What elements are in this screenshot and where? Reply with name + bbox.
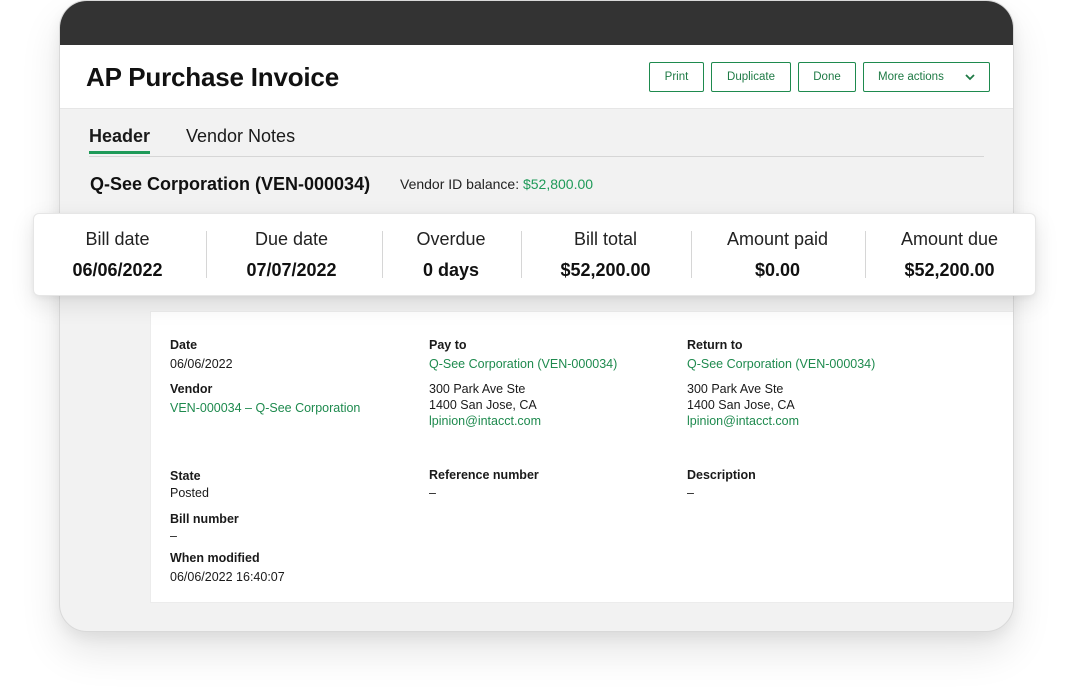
- summary-bill-date: Bill date 06/06/2022: [34, 214, 201, 295]
- pay-to-label: Pay to: [429, 338, 467, 352]
- return-to-label: Return to: [687, 338, 743, 352]
- vendor-link[interactable]: VEN-000034 – Q-See Corporation: [170, 400, 360, 416]
- pay-to-email-link[interactable]: lpinion@intacct.com: [429, 413, 617, 429]
- more-actions-button[interactable]: More actions: [863, 62, 990, 92]
- bill-number-label: Bill number: [170, 512, 239, 526]
- reference-number-field: Reference number –: [429, 467, 539, 501]
- date-value: 06/06/2022: [170, 357, 233, 371]
- summary-value: 0 days: [422, 260, 480, 280]
- pay-to-field: Pay to Q-See Corporation (VEN-000034) 30…: [429, 337, 617, 429]
- summary-label: Amount paid: [726, 229, 829, 249]
- page-title: AP Purchase Invoice: [86, 62, 339, 92]
- summary-due-date: Due date 07/07/2022: [208, 214, 375, 295]
- return-to-field: Return to Q-See Corporation (VEN-000034)…: [687, 337, 875, 429]
- summary-value: $52,200.00: [904, 260, 995, 280]
- summary-value: $0.00: [754, 260, 801, 280]
- summary-value: 06/06/2022: [72, 260, 163, 280]
- state-field: State Posted: [170, 468, 209, 501]
- print-button[interactable]: Print: [649, 62, 704, 92]
- summary-overdue: Overdue 0 days: [383, 214, 519, 295]
- summary-value: 07/07/2022: [246, 260, 337, 280]
- vendor-balance: Vendor ID balance: $52,800.00: [400, 176, 593, 192]
- vendor-title: Q-See Corporation (VEN-000034): [90, 174, 371, 194]
- window-top-bar: [60, 1, 1013, 45]
- description-label: Description: [687, 468, 756, 482]
- pay-to-vendor-link[interactable]: Q-See Corporation (VEN-000034): [429, 356, 617, 372]
- date-label: Date: [170, 338, 198, 352]
- description-field: Description –: [687, 467, 756, 501]
- vendor-balance-value: $52,800.00: [522, 176, 594, 192]
- summary-value: $52,200.00: [560, 260, 651, 280]
- reference-number-label: Reference number: [429, 468, 539, 482]
- when-modified-label: When modified: [170, 551, 260, 565]
- more-actions-label: More actions: [878, 71, 944, 83]
- vendor-balance-label: Vendor ID balance:: [400, 176, 520, 192]
- tab-header[interactable]: Header: [89, 126, 151, 154]
- pay-to-address-line1: 300 Park Ave Ste: [429, 382, 526, 396]
- return-to-email-link[interactable]: lpinion@intacct.com: [687, 413, 875, 429]
- date-field: Date 06/06/2022: [170, 337, 233, 372]
- tab-vendor-notes[interactable]: Vendor Notes: [186, 126, 295, 147]
- tab-bar: Header Vendor Notes: [89, 122, 984, 157]
- reference-number-value: –: [429, 486, 436, 500]
- invoice-details-panel: Date 06/06/2022 Vendor VEN-000034 – Q-Se…: [150, 311, 1013, 603]
- summary-label: Bill date: [85, 229, 150, 249]
- summary-amount-paid: Amount paid $0.00: [692, 214, 863, 295]
- app-window: AP Purchase Invoice Print Duplicate Done…: [59, 0, 1014, 632]
- vendor-field: Vendor VEN-000034 – Q-See Corporation: [170, 381, 360, 416]
- duplicate-button[interactable]: Duplicate: [711, 62, 791, 92]
- description-value: –: [687, 486, 694, 500]
- return-to-address-line2: 1400 San Jose, CA: [687, 398, 795, 412]
- done-button[interactable]: Done: [798, 62, 856, 92]
- chevron-down-icon: [965, 74, 975, 81]
- summary-label: Overdue: [416, 229, 486, 249]
- when-modified-value: 06/06/2022 16:40:07: [170, 570, 285, 584]
- when-modified-field: When modified 06/06/2022 16:40:07: [170, 550, 285, 585]
- summary-divider: [206, 231, 207, 278]
- page-header: AP Purchase Invoice Print Duplicate Done…: [60, 45, 1013, 109]
- vendor-label: Vendor: [170, 382, 213, 396]
- summary-label: Bill total: [573, 229, 638, 249]
- summary-amount-due: Amount due $52,200.00: [866, 214, 1033, 295]
- summary-label: Due date: [254, 229, 329, 249]
- pay-to-address-line2: 1400 San Jose, CA: [429, 398, 537, 412]
- summary-bill-total: Bill total $52,200.00: [522, 214, 689, 295]
- summary-label: Amount due: [900, 229, 999, 249]
- bill-number-value: –: [170, 529, 177, 543]
- state-label: State: [170, 469, 201, 483]
- return-to-vendor-link[interactable]: Q-See Corporation (VEN-000034): [687, 356, 875, 372]
- return-to-address-line1: 300 Park Ave Ste: [687, 382, 784, 396]
- state-value: Posted: [170, 486, 209, 500]
- bill-number-field: Bill number –: [170, 511, 239, 544]
- invoice-summary-card: Bill date 06/06/2022 Due date 07/07/2022…: [33, 213, 1036, 296]
